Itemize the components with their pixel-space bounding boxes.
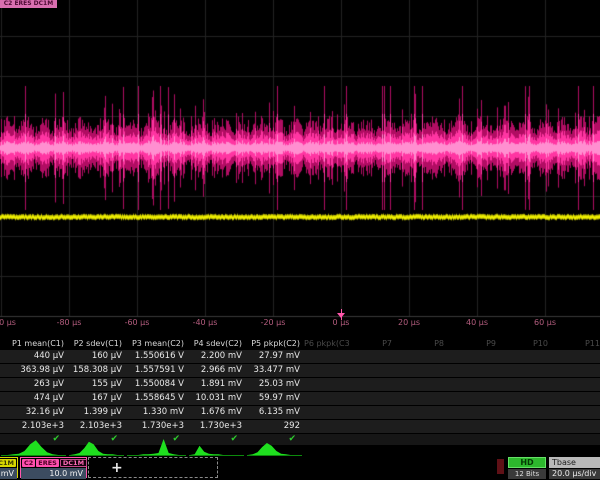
measurement-row: 2.103e+32.103e+31.730e+31.730e+3292: [0, 420, 600, 434]
P3-histicon: [126, 436, 188, 457]
measurement-value: 263 µV: [0, 378, 68, 390]
c2-descriptor[interactable]: C2 ERES DC1M 10.0 mV: [20, 457, 87, 478]
measurement-value: 1.399 µV: [68, 406, 126, 418]
measure-header-9[interactable]: P9: [448, 337, 500, 350]
measurement-value: 160 µV: [68, 350, 126, 362]
measurement-value: 158.308 µV: [68, 364, 126, 376]
measure-header-10[interactable]: P10: [500, 337, 552, 350]
measurement-value: 1.550616 V: [126, 350, 188, 362]
axis-tick-label: -80 µs: [57, 318, 82, 327]
c2-scale-value: 10.0 mV: [21, 468, 86, 479]
measure-header-4[interactable]: P4 sdev(C2): [188, 337, 246, 350]
axis-tick-label: 20 µs: [398, 318, 420, 327]
measurement-value: 27.97 mV: [246, 350, 304, 362]
measurement-row: 32.16 µV1.399 µV1.330 mV1.676 mV6.135 mV: [0, 406, 600, 420]
histicon-strip: [0, 436, 600, 457]
P2-histicon: [68, 436, 126, 457]
c1-coupling-badge: DC1M: [0, 459, 16, 467]
trigger-triangle-icon: [337, 313, 345, 318]
axis-tick-label: 60 µs: [534, 318, 556, 327]
measurement-value: 1.330 mV: [126, 406, 188, 418]
axis-tick-label: -20 µs: [261, 318, 286, 327]
descriptor-bar: DC1M 10.0 mV C2 ERES DC1M 10.0 mV + HD 1…: [0, 456, 600, 480]
measurement-value: 1.557591 V: [126, 364, 188, 376]
measurement-value: 167 µV: [68, 392, 126, 404]
measurement-value: 25.03 mV: [246, 378, 304, 390]
measurement-value: 6.135 mV: [246, 406, 304, 418]
measure-header-7[interactable]: P7: [350, 337, 396, 350]
measurement-value: 2.966 mV: [188, 364, 246, 376]
axis-tick-label: -100 µs: [0, 318, 16, 327]
measurement-value: 2.200 mV: [188, 350, 246, 362]
measure-header-6[interactable]: P6 pkpk(C3): [304, 337, 350, 350]
measurement-value: 2.103e+3: [68, 420, 126, 432]
axis-tick-label: -40 µs: [193, 318, 218, 327]
add-channel-button[interactable]: +: [88, 457, 218, 478]
measurement-value: 2.103e+3: [0, 420, 68, 432]
measurement-value: 474 µV: [0, 392, 68, 404]
measurement-value: 33.477 mV: [246, 364, 304, 376]
measurement-value: 363.98 µV: [0, 364, 68, 376]
timebase-label: Tbase: [549, 457, 600, 468]
c1-scale-value: 10.0 mV: [0, 468, 17, 479]
trigger-descriptor-fragment[interactable]: [497, 459, 504, 474]
c2-coupling-badge: DC1M: [60, 459, 87, 467]
c2-eres-badge: ERES: [36, 459, 59, 467]
waveform-display: [0, 0, 600, 334]
measurement-value: 155 µV: [68, 378, 126, 390]
measurement-table: P1 mean(C1)P2 sdev(C1)P3 mean(C2)P4 sdev…: [0, 337, 600, 445]
c1-descriptor[interactable]: DC1M 10.0 mV: [0, 457, 18, 478]
measurement-row: 363.98 µV158.308 µV1.557591 V2.966 mV33.…: [0, 364, 600, 378]
hd-badge: HD: [508, 457, 546, 468]
measurement-value: 32.16 µV: [0, 406, 68, 418]
trace-annotation: C2 ERES DC1M: [0, 0, 57, 8]
P4-histicon: [188, 436, 246, 457]
time-axis: -100 µs-80 µs-60 µs-40 µs-20 µs0 µs20 µs…: [0, 318, 600, 331]
P1-histicon: [0, 436, 68, 457]
measurement-row: 263 µV155 µV1.550084 V1.891 mV25.03 mV: [0, 378, 600, 392]
measurement-value: 59.97 mV: [246, 392, 304, 404]
P5-histicon: [246, 436, 304, 457]
hd-bits-label: 12 Bits: [508, 469, 546, 479]
measure-header-1[interactable]: P1 mean(C1): [0, 337, 68, 350]
timebase-descriptor[interactable]: Tbase 20.0 µs/div: [549, 457, 600, 479]
timebase-value: 20.0 µs/div: [549, 469, 600, 479]
axis-tick-label: -60 µs: [125, 318, 150, 327]
c2-channel-badge: C2: [22, 459, 35, 467]
measurement-value: 10.031 mV: [188, 392, 246, 404]
measurement-value: 292: [246, 420, 304, 432]
measurement-value: 1.676 mV: [188, 406, 246, 418]
measure-header-5[interactable]: P5 pkpk(C2): [246, 337, 304, 350]
measurement-value: 1.730e+3: [188, 420, 246, 432]
measurement-value: 1.558645 V: [126, 392, 188, 404]
measure-header-3[interactable]: P3 mean(C2): [126, 337, 188, 350]
hd-mode-indicator[interactable]: HD 12 Bits: [508, 457, 546, 479]
measurement-value: 1.891 mV: [188, 378, 246, 390]
measure-header-2[interactable]: P2 sdev(C1): [68, 337, 126, 350]
measurement-header-row: P1 mean(C1)P2 sdev(C1)P3 mean(C2)P4 sdev…: [0, 337, 600, 350]
measurement-value: 440 µV: [0, 350, 68, 362]
measurement-value: 1.550084 V: [126, 378, 188, 390]
measurement-row: 440 µV160 µV1.550616 V2.200 mV27.97 mV: [0, 350, 600, 364]
axis-tick-label: 40 µs: [466, 318, 488, 327]
measure-header-8[interactable]: P8: [396, 337, 448, 350]
measurement-value: 1.730e+3: [126, 420, 188, 432]
oscilloscope-screen: { "trace_annotation": "C2 ERES DC1M", "a…: [0, 0, 600, 480]
plus-icon: +: [111, 460, 123, 476]
measure-header-11[interactable]: P11: [552, 337, 600, 350]
measurement-row: 474 µV167 µV1.558645 V10.031 mV59.97 mV: [0, 392, 600, 406]
